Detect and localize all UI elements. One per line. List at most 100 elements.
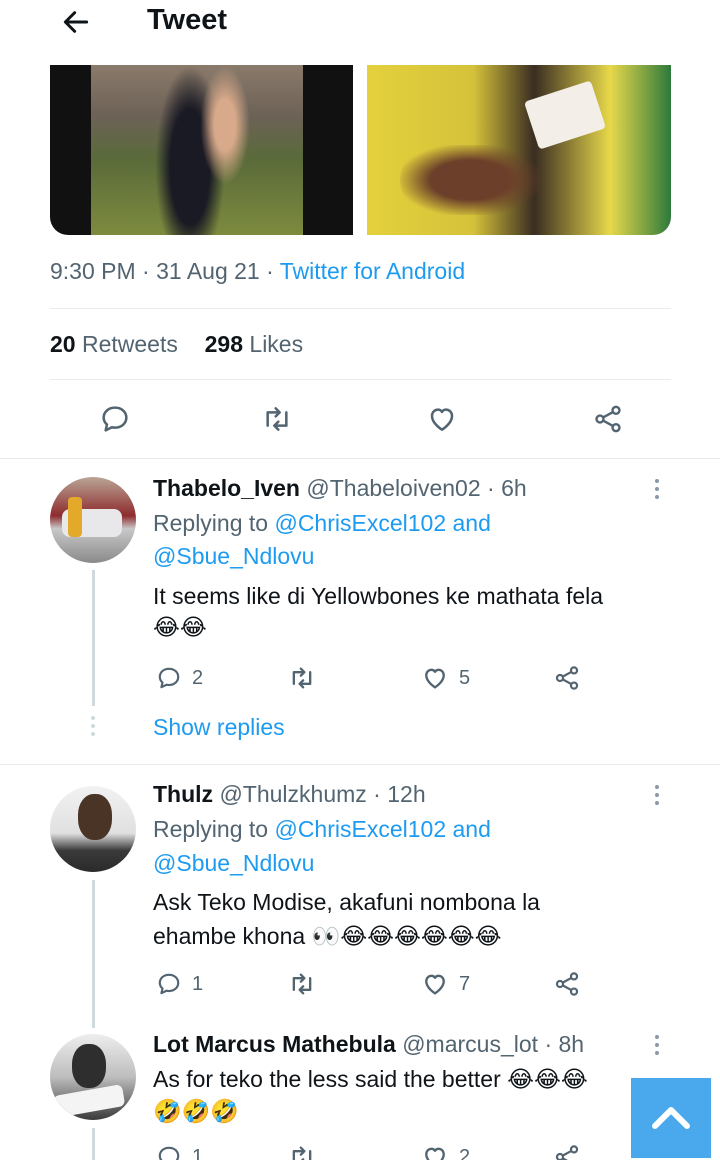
share-icon <box>555 666 579 690</box>
reply-button[interactable]: 2 <box>156 663 203 693</box>
reply-icon <box>158 1146 180 1160</box>
reply-time: 6h <box>501 475 527 501</box>
more-options-icon[interactable] <box>655 479 661 503</box>
retweet-icon <box>292 1146 312 1160</box>
avatar[interactable] <box>50 1034 136 1120</box>
like-button[interactable]: 2 <box>421 1142 470 1160</box>
chevron-up-icon <box>652 1107 690 1129</box>
tweet-time: 9:30 PM <box>50 258 136 284</box>
retweets-stat[interactable]: 20 Retweets <box>50 331 178 357</box>
avatar[interactable] <box>50 477 136 563</box>
meta-separator: · <box>266 258 280 284</box>
meta-separator: · <box>373 781 381 807</box>
likes-label: Likes <box>249 331 304 357</box>
reply-text-emoji: 😂😂 <box>153 615 207 641</box>
reply-count: 1 <box>192 1145 204 1160</box>
retweet-button[interactable] <box>288 969 316 999</box>
like-count: 2 <box>459 1145 471 1160</box>
scroll-to-top-button[interactable] <box>631 1078 711 1158</box>
tweet-date: 31 Aug 21 <box>156 258 260 284</box>
share-button[interactable] <box>553 663 581 693</box>
avatar-face <box>72 1044 106 1088</box>
retweet-icon[interactable] <box>261 403 293 435</box>
reply-icon <box>158 667 180 689</box>
share-button[interactable] <box>553 969 581 999</box>
reply-icon[interactable] <box>99 403 131 435</box>
mention-link[interactable]: @ChrisExcel102 <box>274 510 446 536</box>
replying-to-label: Replying to <box>153 816 269 842</box>
divider <box>50 379 671 380</box>
reply-text: It seems like di Yellowbones ke mathata … <box>153 583 604 609</box>
thread-line <box>92 570 95 706</box>
meta-separator: · <box>544 1031 553 1057</box>
tweet-source-link[interactable]: Twitter for Android <box>280 258 465 284</box>
reply-button[interactable]: 1 <box>156 969 203 999</box>
avatar-figure <box>68 497 82 537</box>
avatar[interactable] <box>50 786 136 872</box>
divider <box>0 458 720 459</box>
thread-line <box>92 1128 95 1160</box>
reply-button[interactable]: 1 <box>156 1142 203 1160</box>
reply-icon <box>158 973 180 995</box>
reply-author-handle[interactable]: @Thulzkhumz <box>219 781 366 807</box>
reply-text-emoji: 🤣🤣🤣 <box>153 1099 239 1125</box>
divider <box>50 308 671 309</box>
reply-author-handle[interactable]: @marcus_lot <box>402 1031 538 1057</box>
reply-text: Ask Teko Modise, akafuni nombona la <box>153 889 540 915</box>
retweet-button[interactable] <box>288 663 316 693</box>
meta-separator: · <box>142 258 157 284</box>
photo-2-hands <box>400 145 540 215</box>
like-count: 5 <box>459 666 471 689</box>
heart-icon <box>425 974 445 995</box>
reply-text: ehambe khona 👀😂😂😂😂😂😂 <box>153 923 502 949</box>
mention-link[interactable]: @Sbue_Ndlovu <box>153 850 314 876</box>
share-icon[interactable] <box>592 403 624 435</box>
retweets-count: 20 <box>50 331 76 357</box>
media-gap <box>353 65 367 235</box>
thread-dots <box>91 716 95 740</box>
reply-author-name[interactable]: Thabelo_Iven <box>153 475 300 501</box>
mention-link[interactable]: @ChrisExcel102 <box>274 816 446 842</box>
avatar-face <box>78 794 112 840</box>
divider <box>0 764 720 765</box>
more-options-icon[interactable] <box>655 1035 661 1059</box>
reply-count: 2 <box>192 666 204 689</box>
reply-time: 12h <box>387 781 426 807</box>
likes-count: 298 <box>204 331 244 357</box>
reply-author-name[interactable]: Thulz <box>153 781 213 807</box>
mention-link[interactable]: @Sbue_Ndlovu <box>153 543 314 569</box>
page-title: Tweet <box>147 4 228 36</box>
more-options-icon[interactable] <box>655 785 661 809</box>
thread-line <box>92 880 95 1028</box>
tweet-media[interactable] <box>50 65 671 235</box>
retweet-icon <box>292 667 312 689</box>
likes-stat[interactable]: 298 Likes <box>205 331 303 357</box>
top-bar: Tweet <box>0 0 720 44</box>
show-replies-link[interactable]: Show replies <box>153 714 285 741</box>
like-button[interactable]: 5 <box>421 663 470 693</box>
replying-to-label: Replying to <box>153 510 269 536</box>
arrow-left-icon[interactable] <box>60 6 92 38</box>
reply-time: 8h <box>558 1031 585 1057</box>
reply-author-handle[interactable]: @Thabeloiven02 <box>306 475 480 501</box>
photo-1-figure-arm <box>200 65 250 185</box>
heart-icon[interactable] <box>426 403 458 435</box>
meta-separator: · <box>487 475 495 501</box>
reply-count: 1 <box>192 972 204 995</box>
tweet-timestamp: 9:30 PM · 31 Aug 21 · Twitter for Androi… <box>50 258 465 285</box>
heart-icon <box>425 1147 445 1160</box>
heart-icon <box>425 668 445 689</box>
avatar-arm <box>52 1084 126 1118</box>
retweet-icon <box>292 973 312 995</box>
tweet-photo-1[interactable] <box>50 65 353 235</box>
like-button[interactable]: 7 <box>421 969 470 999</box>
replying-to-and: and <box>452 510 491 536</box>
tweet-stats: 20 Retweets 298 Likes <box>50 331 303 358</box>
retweets-label: Retweets <box>81 331 178 357</box>
like-count: 7 <box>459 972 471 995</box>
reply-author-name[interactable]: Lot Marcus Mathebula <box>153 1031 396 1057</box>
retweet-button[interactable] <box>288 1142 316 1160</box>
share-icon <box>555 972 579 996</box>
share-icon <box>555 1145 579 1160</box>
share-button[interactable] <box>553 1142 581 1160</box>
